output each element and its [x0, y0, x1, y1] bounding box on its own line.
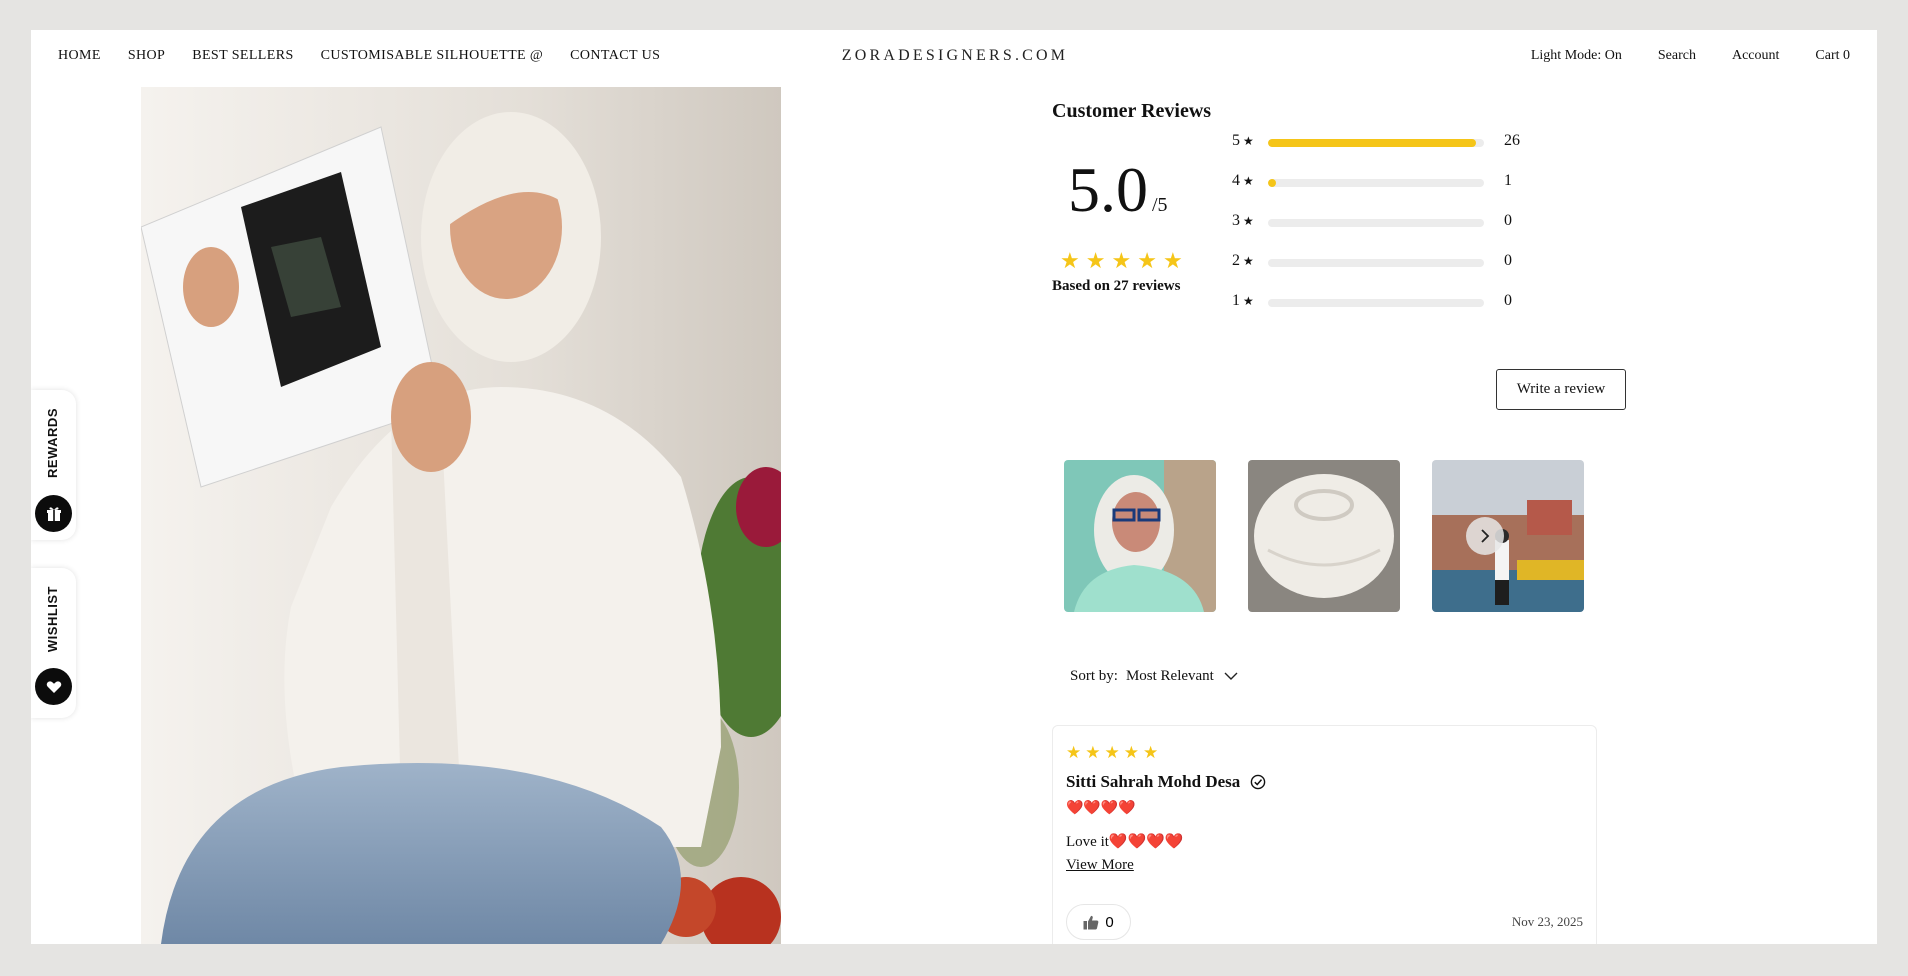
chevron-down-icon	[1224, 668, 1238, 685]
site-logo-text[interactable]: ZORADESIGNERS.COM	[842, 47, 1068, 65]
rating-bar	[1268, 139, 1484, 147]
star-icon: ★	[1066, 743, 1082, 762]
reviewer-name: Sitti Sahrah Mohd Desa	[1066, 772, 1241, 791]
star-icon: ★	[1143, 743, 1159, 762]
gift-icon	[35, 495, 72, 532]
rating-row-4: 4 ★ 1	[1232, 172, 1552, 192]
helpful-button[interactable]: 0	[1066, 904, 1131, 940]
star-icon: ★	[1243, 254, 1254, 268]
wishlist-label: WISHLIST	[45, 586, 60, 653]
cart-link[interactable]: Cart 0	[1815, 48, 1850, 64]
rating-row-1: 1 ★ 0	[1232, 292, 1552, 312]
star-icon: ★	[1243, 174, 1254, 188]
rating-bar	[1268, 259, 1484, 267]
star-icon: ★	[1243, 294, 1254, 308]
star-icon: ★	[1162, 248, 1183, 273]
review-photo[interactable]	[1432, 460, 1584, 612]
product-photo	[141, 87, 781, 944]
rating-bar	[1268, 299, 1484, 307]
rating-row-count: 0	[1504, 212, 1512, 229]
rating-row-stars: 2	[1232, 252, 1240, 269]
rating-bar	[1268, 219, 1484, 227]
helpful-count: 0	[1105, 913, 1114, 931]
review-card: ★ ★ ★ ★ ★ Sitti Sahrah Mohd Desa ❤️❤️❤️❤…	[1052, 725, 1597, 944]
review-date: Nov 23, 2025	[1511, 914, 1583, 929]
rating-row-label: 5 ★	[1232, 132, 1254, 150]
star-icon: ★	[1243, 214, 1254, 228]
sort-value: Most Relevant	[1125, 668, 1214, 684]
reviewer-name-row: Sitti Sahrah Mohd Desa	[1066, 772, 1266, 792]
utility-nav: Light Mode: On Search Account Cart 0	[1531, 48, 1850, 64]
rating-row-count: 0	[1504, 252, 1512, 269]
based-on-count: Based on 27 reviews	[1052, 278, 1181, 294]
rating-bar	[1268, 179, 1484, 187]
verified-check-icon	[1250, 774, 1266, 790]
review-photo[interactable]	[1064, 460, 1216, 612]
account-link[interactable]: Account	[1732, 48, 1779, 64]
average-score-value: 5.0	[1068, 154, 1148, 225]
star-icon: ★	[1085, 248, 1106, 273]
rating-row-label: 3 ★	[1232, 212, 1254, 230]
review-rating: ★ ★ ★ ★ ★	[1066, 744, 1158, 761]
rating-bar-fill	[1268, 179, 1276, 187]
star-icon: ★	[1123, 743, 1139, 762]
chevron-right-icon	[1481, 529, 1490, 543]
review-text: Love it	[1066, 834, 1109, 850]
score-suffix: /5	[1152, 194, 1168, 216]
heart-icon	[35, 668, 72, 705]
star-icon: ★	[1243, 134, 1254, 148]
rating-row-label: 4 ★	[1232, 172, 1254, 190]
rating-row-count: 1	[1504, 172, 1512, 189]
rating-row-stars: 1	[1232, 292, 1240, 309]
rating-row-stars: 3	[1232, 212, 1240, 229]
rewards-label: REWARDS	[45, 408, 60, 478]
write-review-button[interactable]: Write a review	[1496, 369, 1626, 410]
average-score: 5.0/5	[1068, 158, 1168, 237]
wishlist-tab[interactable]: WISHLIST	[31, 568, 76, 718]
thumbs-up-icon	[1083, 915, 1099, 929]
sort-dropdown[interactable]: Sort by: Most Relevant	[1070, 668, 1238, 685]
rating-row-5: 5 ★ 26	[1232, 132, 1552, 152]
search-link[interactable]: Search	[1658, 48, 1696, 64]
rating-row-3: 3 ★ 0	[1232, 212, 1552, 232]
rewards-tab[interactable]: REWARDS	[31, 390, 76, 540]
star-icon: ★	[1060, 248, 1080, 273]
star-icon: ★	[1137, 248, 1157, 273]
rating-row-stars: 5	[1232, 132, 1240, 149]
view-more-link[interactable]: View More	[1066, 857, 1134, 874]
average-stars: ★ ★ ★ ★ ★	[1060, 250, 1183, 272]
star-icon: ★	[1111, 248, 1132, 273]
rating-row-count: 0	[1504, 292, 1512, 309]
star-icon: ★	[1104, 743, 1120, 762]
review-text-hearts: ❤️❤️❤️❤️	[1108, 834, 1184, 850]
star-icon: ★	[1085, 743, 1101, 762]
sort-label: Sort by:	[1070, 668, 1118, 684]
review-photos-carousel	[1064, 460, 1624, 620]
rating-row-label: 1 ★	[1232, 292, 1254, 310]
rating-bar-fill	[1268, 139, 1476, 147]
rating-row-2: 2 ★ 0	[1232, 252, 1552, 272]
page: HOME SHOP BEST SELLERS CUSTOMISABLE SILH…	[31, 30, 1877, 944]
reviews-title: Customer Reviews	[1052, 100, 1212, 122]
rating-row-count: 26	[1504, 132, 1520, 149]
carousel-next-button[interactable]	[1466, 517, 1504, 555]
rating-row-stars: 4	[1232, 172, 1240, 189]
rating-row-label: 2 ★	[1232, 252, 1254, 270]
review-heading-hearts: ❤️❤️❤️❤️	[1066, 801, 1136, 816]
review-body: Love it❤️❤️❤️❤️	[1066, 832, 1184, 851]
light-mode-toggle[interactable]: Light Mode: On	[1531, 48, 1622, 64]
review-photo[interactable]	[1248, 460, 1400, 612]
